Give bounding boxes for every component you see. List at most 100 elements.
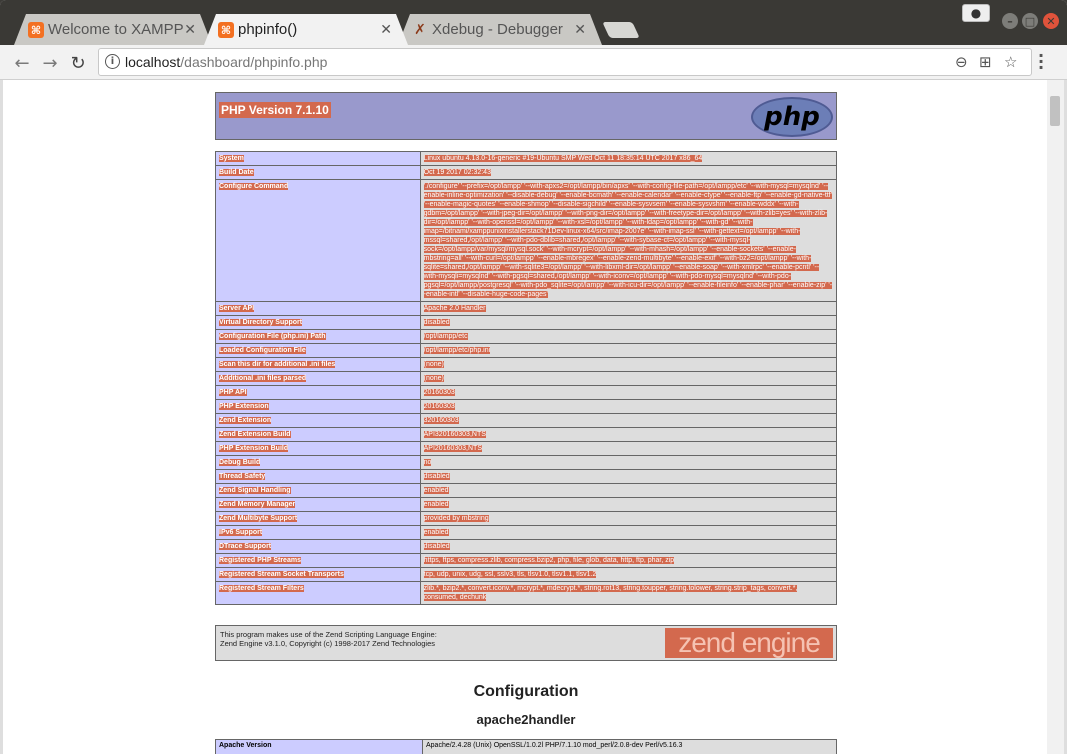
row-label-text: DTrace Support xyxy=(219,543,272,550)
row-value: Oct 19 2017 02:32:43 xyxy=(419,165,838,180)
row-label: Zend Signal Handling xyxy=(215,483,421,498)
row-label: Configuration File (php.ini) Path xyxy=(215,329,421,344)
row-value: Linux ubuntu 4.13.0-16-generic #19-Ubunt… xyxy=(419,151,838,166)
row-value: /opt/lampp/etc xyxy=(419,329,838,344)
row-value-text: zlib.*, bzip2.*, convert.iconv.*, mcrypt… xyxy=(423,585,798,601)
row-value-text: enabled xyxy=(423,501,449,508)
row-label: Server API xyxy=(215,301,421,316)
row-label: Apache Version xyxy=(216,740,422,754)
row-label: System xyxy=(215,151,421,166)
back-button[interactable]: ← xyxy=(10,51,34,75)
row-label-text: Scan this dir for additional .ini files xyxy=(219,361,336,368)
reload-button[interactable]: ↻ xyxy=(66,51,90,75)
row-label-text: Zend Signal Handling xyxy=(219,487,291,494)
tab-phpinfo[interactable]: ⌘ phpinfo() ✕ xyxy=(204,14,408,45)
bookmark-star-icon[interactable]: ☆ xyxy=(1004,53,1017,71)
table-row: Scan this dir for additional .ini files (… xyxy=(215,357,838,372)
row-value: 20160303 xyxy=(419,399,838,414)
row-label: Build Date xyxy=(215,165,421,180)
row-value: 320160303 xyxy=(419,413,838,428)
maximize-button[interactable]: □ xyxy=(1022,13,1038,29)
row-label-text: System xyxy=(219,155,244,162)
tab-xdebug[interactable]: ✗ Xdebug - Debugger ✕ xyxy=(398,14,602,45)
row-value-text: disabled xyxy=(423,473,450,480)
translate-icon[interactable]: ⊞ xyxy=(979,53,992,71)
tab-title: Welcome to XAMPP xyxy=(48,21,184,38)
row-label: IPv6 Support xyxy=(215,525,421,540)
row-label-text: Configure Command xyxy=(219,183,289,190)
forward-button[interactable]: → xyxy=(38,51,62,75)
row-value-text: disabled xyxy=(423,543,450,550)
table-row: Additional .ini files parsed (none) xyxy=(215,371,838,386)
table-row: Zend Extension 320160303 xyxy=(215,413,838,428)
row-label-text: Zend Extension xyxy=(219,417,272,424)
minimize-button[interactable]: – xyxy=(1002,13,1018,29)
window-close-button[interactable]: ✕ xyxy=(1043,13,1059,29)
new-tab-button[interactable] xyxy=(602,22,640,38)
xdebug-icon: ✗ xyxy=(414,22,426,38)
row-label-text: Zend Extension Build xyxy=(219,431,291,438)
table-row: Virtual Directory Support disabled xyxy=(215,315,838,330)
table-row: PHP API 20160303 xyxy=(215,385,838,400)
row-label: Registered Stream Filters xyxy=(215,581,421,605)
table-row: Configure Command './configure' '--prefix… xyxy=(215,179,838,302)
zend-engine-logo: zend engine xyxy=(665,627,833,658)
zend-engine-box: This program makes use of the Zend Scrip… xyxy=(215,625,837,661)
scrollbar-thumb[interactable] xyxy=(1050,96,1060,126)
profile-icon[interactable]: ● xyxy=(962,4,990,22)
zoom-icon[interactable]: ⊖ xyxy=(955,53,968,71)
row-value-text: Oct 19 2017 02:32:43 xyxy=(423,169,491,176)
address-bar[interactable]: i localhost/dashboard/phpinfo.php ⊖ ⊞ ☆ xyxy=(98,48,1032,76)
row-value-text: './configure' '--prefix=/opt/lampp' '--w… xyxy=(423,183,833,298)
table-row: Thread Safety disabled xyxy=(215,469,838,484)
url-text[interactable]: localhost/dashboard/phpinfo.php xyxy=(125,54,327,70)
row-label: Zend Multibyte Support xyxy=(215,511,421,526)
browser-toolbar: ← → ↻ i localhost/dashboard/phpinfo.php … xyxy=(0,45,1067,80)
row-label-text: Thread Safety xyxy=(219,473,266,480)
row-label-text: Registered Stream Socket Transports xyxy=(219,571,344,578)
table-row: Build Date Oct 19 2017 02:32:43 xyxy=(215,165,838,180)
row-value: Apache 2.0 Handler xyxy=(419,301,838,316)
scrollbar[interactable] xyxy=(1047,80,1064,754)
row-value: no xyxy=(419,455,838,470)
tab-welcome-xampp[interactable]: ⌘ Welcome to XAMPP ✕ xyxy=(14,14,212,45)
close-icon[interactable]: ✕ xyxy=(380,22,392,38)
tab-title: Xdebug - Debugger xyxy=(432,21,563,38)
row-label: Additional .ini files parsed xyxy=(215,371,421,386)
close-icon[interactable]: ✕ xyxy=(184,22,196,38)
row-label: Scan this dir for additional .ini files xyxy=(215,357,421,372)
row-value: provided by mbstring xyxy=(419,511,838,526)
row-label-text: Zend Memory Manager xyxy=(219,501,296,508)
xampp-icon: ⌘ xyxy=(218,22,234,38)
table-row: Apache Version Apache/2.4.28 (Unix) Open… xyxy=(215,739,837,754)
row-label: Debug Build xyxy=(215,455,421,470)
row-value-text: tcp, udp, unix, udg, ssl, sslv3, tls, tl… xyxy=(423,571,597,578)
row-value-text: API320160303,NTS xyxy=(423,431,486,438)
row-label: Loaded Configuration File xyxy=(215,343,421,358)
menu-icon[interactable]: · · · xyxy=(1038,48,1044,76)
url-path: /dashboard/phpinfo.php xyxy=(180,54,328,70)
row-value: disabled xyxy=(419,539,838,554)
table-row: Loaded Configuration File/opt/lampp/etc/… xyxy=(215,343,838,358)
row-value: (none) xyxy=(419,371,838,386)
row-label-text: Registered Stream Filters xyxy=(219,585,304,592)
row-value-text: disabled xyxy=(423,319,450,326)
info-table: System Linux ubuntu 4.13.0-16-generic #19… xyxy=(215,151,838,605)
row-value-text: 20160303 xyxy=(423,389,455,396)
row-label-text: IPv6 Support xyxy=(219,529,263,536)
row-label-text: Server API xyxy=(219,305,255,312)
info-icon[interactable]: i xyxy=(105,54,120,69)
row-label-text: Virtual Directory Support xyxy=(219,319,303,326)
row-value-text: /opt/lampp/etc xyxy=(423,333,468,340)
page-title: PHP Version 7.1.10 xyxy=(219,102,331,118)
row-label-text: PHP Extension xyxy=(219,403,269,410)
row-label: Thread Safety xyxy=(215,469,421,484)
row-value-text: no xyxy=(423,459,432,466)
close-icon[interactable]: ✕ xyxy=(574,22,586,38)
table-row: DTrace Support disabled xyxy=(215,539,838,554)
row-value: 20160303 xyxy=(419,385,838,400)
zend-text: This program makes use of the Zend Scrip… xyxy=(220,630,437,648)
row-value: disabled xyxy=(419,315,838,330)
row-label-text: Configuration File (php.ini) Path xyxy=(219,333,326,340)
row-value-text: 20160303 xyxy=(423,403,455,410)
